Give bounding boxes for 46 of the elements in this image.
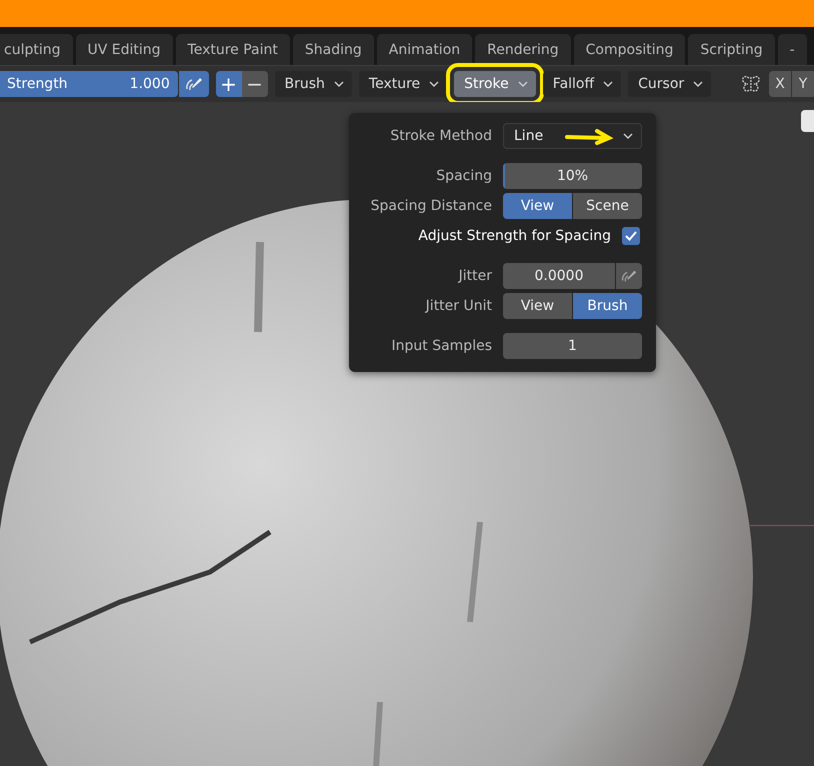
workspace-tab[interactable]: Compositing [574,34,686,65]
toggle-option[interactable]: Scene [573,193,642,219]
caret-icon [603,81,614,87]
toggle-option[interactable]: View [503,293,572,319]
strength-value: 1.000 [130,76,170,92]
field-label: Spacing Distance [370,198,492,214]
workspace-tab[interactable]: - [778,34,807,65]
dropdown-menu[interactable]: Texture [358,71,448,97]
workspace-tab[interactable]: Texture Paint [176,34,290,65]
strength-label: Strength [7,76,68,92]
direction-button[interactable]: − [242,71,268,97]
field-label: Jitter Unit [424,298,492,314]
dropdown-menu[interactable]: Falloff [542,71,622,97]
axis-line [750,525,814,526]
workspace-tab[interactable]: UV Editing [76,34,173,65]
toggle-option[interactable]: View [503,193,572,219]
axis-button[interactable]: X [769,71,791,97]
number-field[interactable]: 1 [503,333,642,359]
caret-icon [623,133,633,139]
caret-icon [429,81,440,87]
caret-icon [693,81,704,87]
workspace-tab[interactable]: Rendering [475,34,571,65]
workspace-tab[interactable]: Shading [292,34,374,65]
strength-slider[interactable]: Strength 1.000 [0,71,178,97]
direction-button[interactable]: + [216,71,242,97]
dropdown-menu[interactable]: Cursor [628,71,712,97]
checkbox-label: Adjust Strength for Spacing [418,228,611,244]
number-field[interactable]: 0.0000 [503,263,615,289]
dropdown-menu[interactable]: Brush [274,71,352,97]
workspace-tab[interactable]: Scripting [688,34,775,65]
pressure-button[interactable] [178,71,209,97]
spacing-slider[interactable]: 10% [503,163,642,189]
field-label: Jitter [456,268,492,284]
field-label: Stroke Method [389,128,492,144]
caret-icon [518,81,528,87]
dropdown-menu[interactable]: Stroke [454,71,536,97]
toggle-option[interactable]: Brush [573,293,642,319]
stroke-method-dropdown[interactable]: Line [503,123,642,149]
checkbox[interactable] [622,227,640,245]
workspace-tab[interactable]: culpting [0,34,72,65]
butterfly-icon[interactable] [740,74,762,94]
caret-icon [334,81,344,87]
axis-button[interactable]: Y [792,71,814,97]
field-label: Input Samples [390,338,492,354]
field-label: Spacing [435,168,492,184]
workspace-tab[interactable]: Animation [376,34,472,65]
